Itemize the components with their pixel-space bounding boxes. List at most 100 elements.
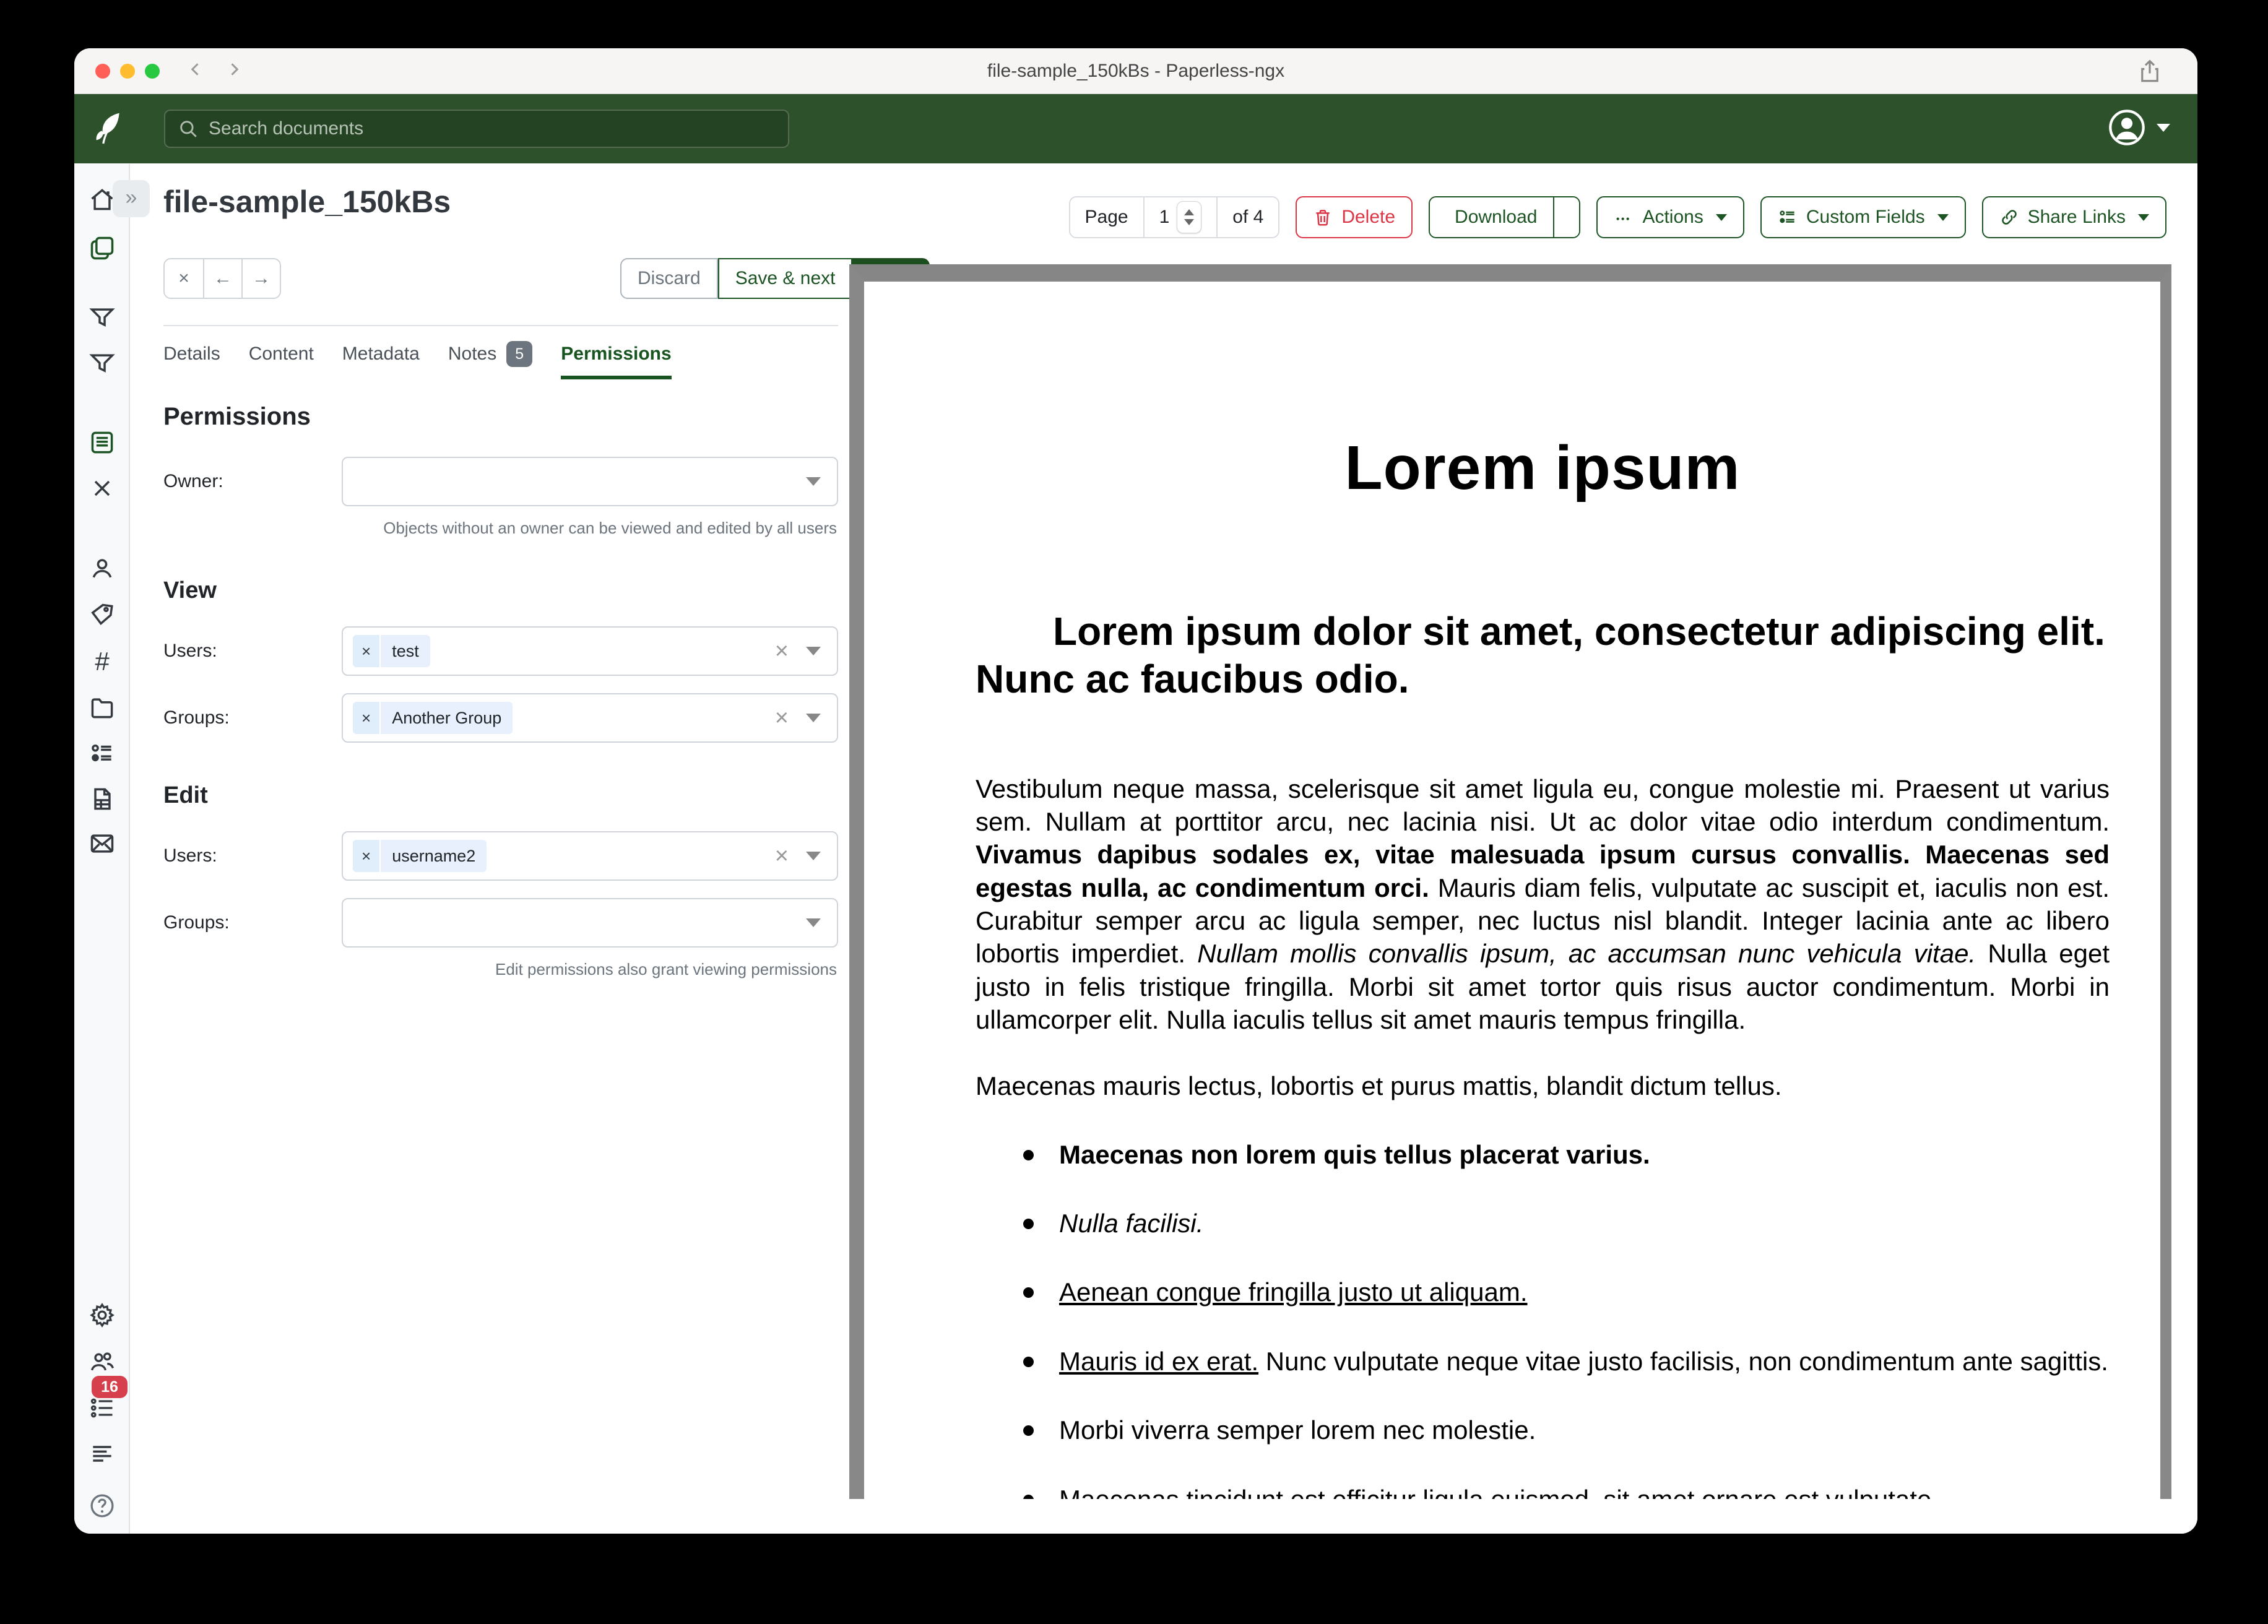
doc-text-span: Mauris id ex erat. (1059, 1347, 1258, 1376)
macos-titlebar: file-sample_150kBs - Paperless-ngx (74, 48, 2197, 94)
share-links-button[interactable]: Share Links (1982, 196, 2166, 238)
doc-bullet-item: Maecenas tincidunt est efficitur ligula … (1059, 1482, 2110, 1499)
search-placeholder: Search documents (209, 118, 363, 139)
view-groups-select[interactable]: × Another Group × (342, 693, 838, 743)
tab-details[interactable]: Details (163, 343, 220, 376)
discard-button[interactable]: Discard (620, 258, 718, 299)
paperless-logo-icon[interactable] (90, 109, 130, 149)
close-document-icon[interactable] (89, 475, 116, 502)
sidebar-item-open-document[interactable] (89, 429, 116, 456)
trash-icon (1313, 207, 1333, 227)
permissions-form: Permissions Owner: Objects without an ow… (163, 403, 838, 1004)
permissions-heading: Permissions (163, 403, 838, 431)
download-button[interactable]: Download (1430, 197, 1553, 237)
owner-help-text: Objects without an owner can be viewed a… (163, 519, 837, 538)
page-number-input[interactable]: 1 (1143, 197, 1217, 237)
tasks-count-badge: 16 (92, 1376, 128, 1398)
next-document-button[interactable]: → (241, 259, 280, 298)
doc-heading-2: Lorem ipsum dolor sit amet, consectetur … (976, 608, 2110, 703)
selected-user-chip: × username2 (353, 840, 487, 872)
sidebar-item-settings[interactable] (89, 1302, 116, 1329)
sidebar-item-storage-paths[interactable]: # (89, 648, 116, 675)
save-and-next-button[interactable]: Save & next (718, 258, 853, 299)
selected-group-chip: × Another Group (353, 702, 513, 734)
chevron-down-icon (2157, 124, 2170, 132)
tab-content[interactable]: Content (249, 343, 314, 376)
share-icon[interactable] (2137, 58, 2163, 84)
divider (163, 325, 838, 326)
doc-text-span: Vestibulum neque massa, scelerisque sit … (976, 774, 2110, 836)
close-editor-button[interactable]: × (165, 259, 203, 298)
owner-select[interactable] (342, 457, 838, 506)
tab-notes[interactable]: Notes 5 (448, 341, 532, 378)
chevron-down-icon (806, 477, 821, 486)
sidebar-item-tasks[interactable] (89, 1394, 116, 1422)
doc-bullet-item: Nulla facilisi. (1059, 1206, 2110, 1240)
sidebar-item-help[interactable] (89, 1492, 116, 1519)
download-split-button: Download (1429, 196, 1580, 238)
view-users-select[interactable]: × test × (342, 626, 838, 676)
doc-text-span: Maecenas non lorem quis tellus placerat … (1059, 1140, 1650, 1169)
actions-button[interactable]: Actions (1596, 196, 1744, 238)
sidebar-item-users-groups[interactable] (89, 1349, 116, 1376)
chevron-down-icon (806, 714, 821, 722)
edit-help-text: Edit permissions also grant viewing perm… (163, 960, 837, 979)
sidebar-item-dashboard[interactable] (89, 186, 116, 214)
chevron-down-icon (1937, 214, 1949, 221)
sidebar-item-custom-fields[interactable] (89, 740, 116, 767)
sidebar-item-document-types[interactable] (89, 694, 116, 721)
view-groups-label: Groups: (163, 707, 342, 728)
clear-selection-icon[interactable]: × (775, 843, 789, 870)
sidebar-expand-button[interactable]: » (113, 180, 150, 217)
sidebar-item-saved-view-filter-2[interactable] (89, 350, 116, 377)
download-options-button[interactable] (1553, 197, 1579, 237)
tab-permissions[interactable]: Permissions (561, 343, 671, 376)
page-label: Page (1070, 197, 1143, 237)
chevron-down-icon (1716, 214, 1727, 221)
previous-document-button[interactable]: ← (203, 259, 241, 298)
edit-groups-select[interactable] (342, 898, 838, 948)
search-input[interactable]: Search documents (164, 110, 789, 148)
sidebar-item-correspondents[interactable] (89, 555, 116, 582)
sidebar-item-documents[interactable] (89, 235, 116, 262)
pdf-page: Lorem ipsum Lorem ipsum dolor sit amet, … (864, 282, 2160, 1499)
sidebar-item-saved-view-filter[interactable] (89, 304, 116, 331)
chevron-down-icon (806, 918, 821, 927)
document-toolbar: Page 1 of 4 Delete Download (1069, 196, 2167, 238)
remove-chip-icon[interactable]: × (353, 840, 381, 872)
remove-chip-icon[interactable]: × (353, 635, 381, 667)
clear-selection-icon[interactable]: × (775, 638, 789, 665)
page-navigator: Page 1 of 4 (1069, 196, 1280, 238)
document-tabs: Details Content Metadata Notes 5 Permiss… (163, 341, 672, 378)
remove-chip-icon[interactable]: × (353, 702, 381, 734)
delete-button[interactable]: Delete (1296, 196, 1413, 238)
page-stepper[interactable] (1177, 201, 1201, 233)
doc-paragraph-2: Maecenas mauris lectus, lobortis et puru… (976, 1069, 2110, 1102)
chevron-down-icon (2138, 214, 2149, 221)
view-users-label: Users: (163, 641, 342, 662)
edit-users-select[interactable]: × username2 × (342, 831, 838, 881)
sidebar-item-tags[interactable] (89, 601, 116, 628)
sidebar: # 16 (74, 164, 130, 1534)
doc-heading-1: Lorem ipsum (976, 433, 2110, 504)
edit-groups-label: Groups: (163, 912, 342, 933)
doc-bullet-item: Morbi viverra semper lorem nec molestie. (1059, 1413, 2110, 1447)
sidebar-item-logs[interactable] (89, 1440, 116, 1467)
doc-text-span: Nunc vulputate neque vitae justo facilis… (1258, 1347, 2108, 1376)
app-window: file-sample_150kBs - Paperless-ngx Searc… (74, 48, 2197, 1534)
tab-metadata[interactable]: Metadata (342, 343, 420, 376)
doc-bullet-list: Maecenas non lorem quis tellus placerat … (976, 1138, 2110, 1499)
doc-bullet-item: Mauris id ex erat. Nunc vulputate neque … (1059, 1344, 2110, 1378)
custom-fields-button[interactable]: Custom Fields (1760, 196, 1966, 238)
notes-count-badge: 5 (506, 341, 532, 367)
doc-text-span: Nulla facilisi. (1059, 1209, 1203, 1238)
view-heading: View (163, 577, 838, 604)
app-navbar: Search documents (74, 94, 2197, 163)
doc-bullet-item: Maecenas non lorem quis tellus placerat … (1059, 1138, 2110, 1172)
user-menu[interactable] (2107, 108, 2170, 147)
sidebar-item-workflows[interactable] (89, 785, 116, 813)
sidebar-item-mail[interactable] (89, 830, 116, 857)
clear-selection-icon[interactable]: × (775, 705, 789, 732)
doc-text-span: Nullam mollis convallis ipsum, ac accums… (1197, 939, 1988, 968)
document-preview-pane[interactable]: Lorem ipsum Lorem ipsum dolor sit amet, … (849, 264, 2171, 1499)
